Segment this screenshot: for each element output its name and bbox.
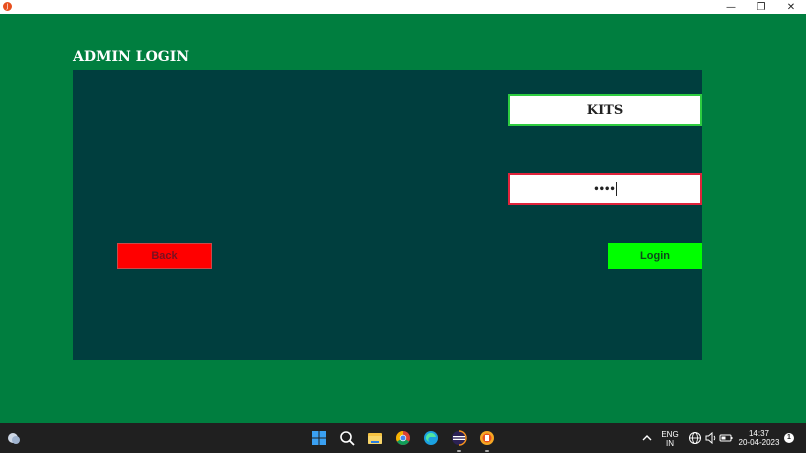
windows-start-icon[interactable]	[311, 430, 327, 446]
minimize-icon: —	[726, 1, 736, 13]
password-value: ••••	[593, 183, 616, 195]
java-app-icon[interactable]	[479, 430, 495, 446]
language-label: ENG	[661, 430, 679, 439]
username-field[interactable]: KITS	[508, 94, 702, 126]
text-caret	[615, 182, 617, 196]
file-explorer-icon[interactable]	[367, 430, 383, 446]
username-value: KITS	[586, 102, 624, 118]
app-icon: J	[3, 2, 12, 11]
password-field[interactable]: ••••	[508, 173, 702, 205]
chevron-up-icon[interactable]	[639, 430, 655, 446]
chrome-icon[interactable]	[395, 430, 411, 446]
clock-date: 20-04-2023	[738, 438, 780, 447]
minimize-button[interactable]: —	[716, 0, 746, 14]
volume-icon[interactable]	[703, 430, 719, 446]
restore-icon: ❐	[756, 1, 766, 13]
notification-badge[interactable]: 1	[784, 433, 794, 443]
close-button[interactable]: ✕	[776, 0, 806, 14]
eclipse-running-indicator	[457, 450, 461, 452]
close-icon: ✕	[786, 1, 796, 13]
edge-icon[interactable]	[423, 430, 439, 446]
clock-time: 14:37	[748, 429, 770, 438]
search-icon[interactable]	[339, 430, 355, 446]
region-label: IN	[666, 439, 674, 448]
network-icon[interactable]	[687, 430, 703, 446]
taskbar: ENG IN 14:37 20-04-2023 1	[0, 423, 806, 453]
page-title: ADMIN LOGIN	[73, 49, 190, 65]
eclipse-icon[interactable]	[451, 430, 467, 446]
language-indicator[interactable]: ENG IN	[659, 430, 681, 448]
weather-icon[interactable]	[6, 430, 22, 446]
restore-button[interactable]: ❐	[746, 0, 776, 14]
java-app-running-indicator	[485, 450, 489, 452]
battery-icon[interactable]	[718, 430, 734, 446]
window-titlebar: J — ❐ ✕	[0, 0, 806, 14]
back-button[interactable]: Back	[117, 243, 212, 269]
login-button[interactable]: Login	[608, 243, 702, 269]
clock[interactable]: 14:37 20-04-2023	[736, 429, 782, 447]
